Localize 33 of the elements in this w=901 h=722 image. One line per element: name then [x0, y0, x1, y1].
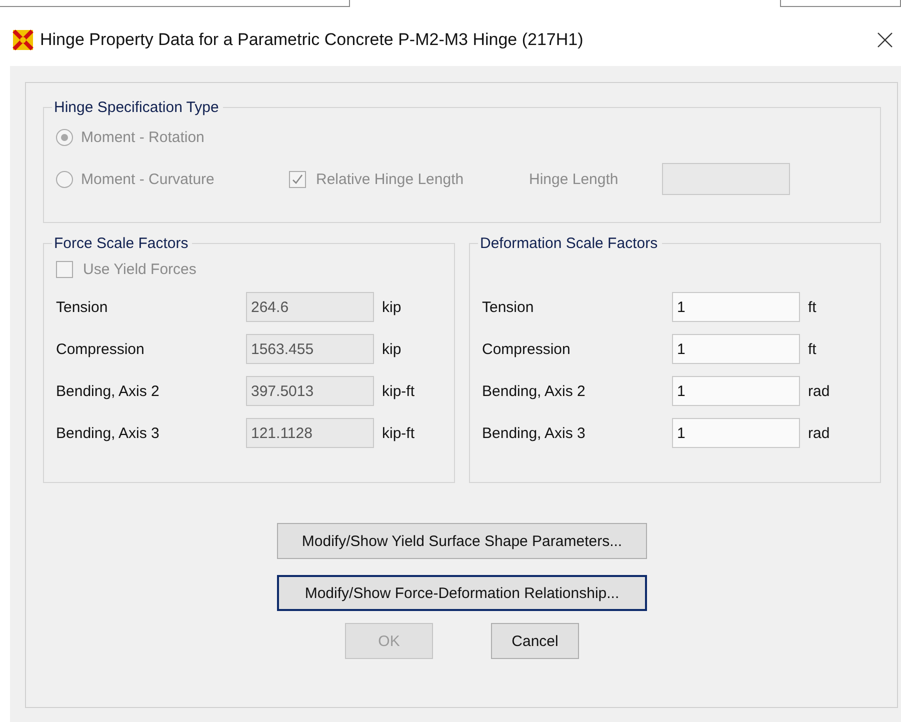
field-label: Bending, Axis 2: [482, 382, 586, 400]
field-label: Hinge Length: [529, 170, 620, 188]
field-label: Tension: [482, 298, 535, 316]
field-label: Tension: [56, 298, 109, 316]
field-label: Bending, Axis 2: [56, 382, 160, 400]
input-field[interactable]: 1: [672, 376, 800, 406]
window-title: Hinge Property Data for a Parametric Concrete P-M2-M3 Hinge (217H1): [40, 30, 584, 50]
input-field[interactable]: 1: [672, 334, 800, 364]
cancel-button[interactable]: Cancel: [491, 623, 579, 659]
group-title: Force Scale Factors: [53, 235, 190, 252]
unit-label: kip: [382, 298, 402, 316]
unit-label: ft: [808, 340, 816, 358]
input-field[interactable]: 1: [672, 292, 800, 322]
unit-label: kip-ft: [382, 424, 415, 442]
group-title: Deformation Scale Factors: [479, 235, 659, 252]
group-title: Hinge Specification Type: [53, 99, 220, 116]
dialog-button[interactable]: Modify/Show Yield Surface Shape Parameters...: [277, 523, 647, 559]
input-field[interactable]: 1: [672, 418, 800, 448]
radio-label: Moment - Rotation: [81, 128, 204, 146]
radio-label: Moment - Curvature: [81, 170, 216, 188]
field-label: Compression: [482, 340, 572, 358]
field-label: Compression: [56, 340, 146, 358]
app-icon: [12, 29, 34, 51]
dialog-button[interactable]: Modify/Show Force-Deformation Relationship...: [277, 575, 647, 611]
close-icon[interactable]: [877, 32, 893, 48]
unit-label: ft: [808, 298, 816, 316]
unit-label: rad: [808, 424, 830, 442]
field-label: Bending, Axis 3: [482, 424, 586, 442]
unit-label: kip: [382, 340, 402, 358]
field-label: Bending, Axis 3: [56, 424, 160, 442]
unit-label: kip-ft: [382, 382, 415, 400]
check-icon: [292, 174, 303, 184]
unit-label: rad: [808, 382, 830, 400]
